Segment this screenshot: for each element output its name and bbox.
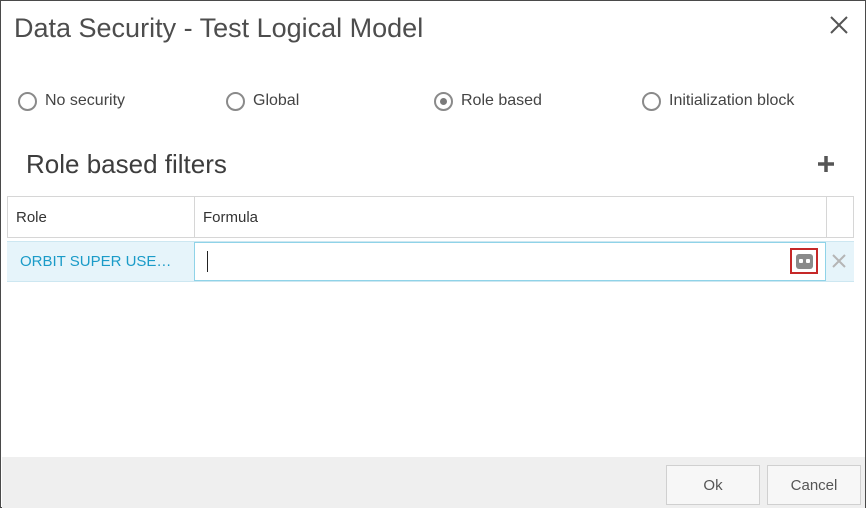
table-row[interactable]: ORBIT SUPER USE… <box>7 241 854 282</box>
dialog-title: Data Security - Test Logical Model <box>14 13 424 43</box>
role-link[interactable]: ORBIT SUPER USE… <box>7 242 194 281</box>
radio-label: No security <box>45 92 126 109</box>
delete-row-button[interactable] <box>830 252 848 270</box>
dialog-footer: Ok Cancel <box>2 457 865 508</box>
data-security-dialog: Data Security - Test Logical Model No se… <box>0 0 866 508</box>
close-icon[interactable] <box>827 13 851 37</box>
ok-button[interactable]: Ok <box>666 465 760 505</box>
radio-initialization-block[interactable]: Initialization block <box>642 89 794 113</box>
column-header-actions <box>827 197 853 237</box>
add-filter-button[interactable] <box>816 154 836 174</box>
security-type-radio-group: No security Global Role based Initializa… <box>1 89 866 113</box>
radio-label: Global <box>253 92 300 109</box>
expression-editor-button[interactable] <box>790 248 818 274</box>
remove-icon <box>832 254 846 268</box>
filters-table-header: Role Formula <box>7 196 854 238</box>
radio-button[interactable] <box>226 91 245 111</box>
radio-global[interactable]: Global <box>226 89 299 113</box>
radio-button[interactable] <box>18 91 37 111</box>
formula-field[interactable] <box>194 242 826 281</box>
cancel-button[interactable]: Cancel <box>767 465 861 505</box>
formula-input[interactable] <box>205 251 765 273</box>
text-caret <box>207 251 208 272</box>
section-title: Role based filters <box>26 149 227 179</box>
radio-button[interactable] <box>642 91 661 111</box>
radio-button-selected[interactable] <box>434 91 453 111</box>
plus-icon <box>818 156 834 172</box>
column-header-role: Role <box>8 197 195 237</box>
radio-no-security[interactable]: No security <box>18 89 125 113</box>
column-header-formula: Formula <box>195 197 827 237</box>
radio-role-based[interactable]: Role based <box>434 89 542 113</box>
radio-label: Role based <box>461 92 542 109</box>
radio-label: Initialization block <box>669 92 795 109</box>
expression-builder-icon <box>795 253 813 269</box>
